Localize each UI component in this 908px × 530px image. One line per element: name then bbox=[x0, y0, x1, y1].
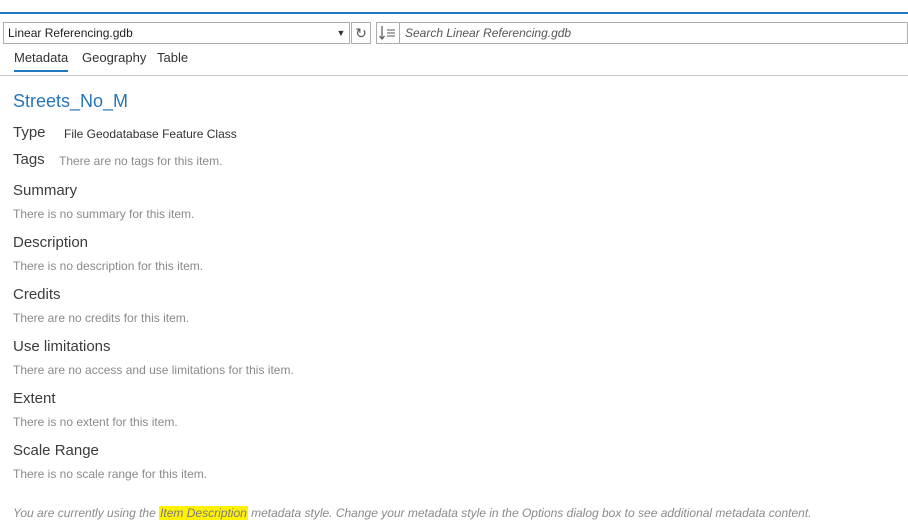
use-limitations-heading: Use limitations bbox=[13, 338, 111, 355]
search-placeholder: Search Linear Referencing.gdb bbox=[405, 26, 572, 40]
scale-range-heading: Scale Range bbox=[13, 442, 99, 459]
credits-text: There are no credits for this item. bbox=[13, 311, 190, 325]
metadata-style-note-prefix: You are currently using the bbox=[13, 506, 160, 520]
summary-text: There is no summary for this item. bbox=[13, 207, 195, 221]
summary-heading: Summary bbox=[13, 182, 78, 199]
extent-heading: Extent bbox=[13, 390, 56, 407]
credits-heading: Credits bbox=[13, 286, 61, 303]
scale-range-text: There is no scale range for this item. bbox=[13, 467, 208, 481]
geodatabase-dropdown-value: Linear Referencing.gdb bbox=[8, 26, 133, 40]
search-input[interactable]: Search Linear Referencing.gdb bbox=[400, 22, 908, 44]
metadata-style-note-suffix: metadata style. Change your metadata sty… bbox=[247, 506, 812, 520]
tags-label: Tags bbox=[13, 151, 45, 168]
tab-table[interactable]: Table bbox=[157, 50, 188, 70]
sort-icon bbox=[379, 26, 395, 40]
extent-text: There is no extent for this item. bbox=[13, 415, 178, 429]
tab-geography[interactable]: Geography bbox=[82, 50, 146, 70]
use-limitations-text: There are no access and use limitations … bbox=[13, 363, 294, 377]
type-value: File Geodatabase Feature Class bbox=[64, 127, 237, 141]
view-tabs: Metadata Geography Table bbox=[0, 46, 908, 76]
window-top-accent bbox=[0, 0, 908, 14]
sort-button[interactable] bbox=[376, 22, 400, 44]
metadata-style-name: Item Description bbox=[159, 506, 248, 520]
refresh-icon: ↻ bbox=[355, 25, 367, 41]
item-title: Streets_No_M bbox=[13, 91, 129, 111]
metadata-style-note: You are currently using the Item Descrip… bbox=[13, 506, 811, 520]
refresh-button[interactable]: ↻ bbox=[351, 22, 371, 44]
tab-metadata[interactable]: Metadata bbox=[14, 50, 69, 72]
toolbar: Linear Referencing.gdb ▼ ↻ Search Linear… bbox=[0, 20, 908, 46]
chevron-down-icon[interactable]: ▼ bbox=[336, 23, 346, 43]
description-text: There is no description for this item. bbox=[13, 259, 204, 273]
geodatabase-dropdown[interactable]: Linear Referencing.gdb ▼ bbox=[3, 22, 350, 44]
tags-value: There are no tags for this item. bbox=[59, 154, 223, 168]
description-heading: Description bbox=[13, 234, 89, 251]
type-label: Type bbox=[13, 124, 46, 141]
